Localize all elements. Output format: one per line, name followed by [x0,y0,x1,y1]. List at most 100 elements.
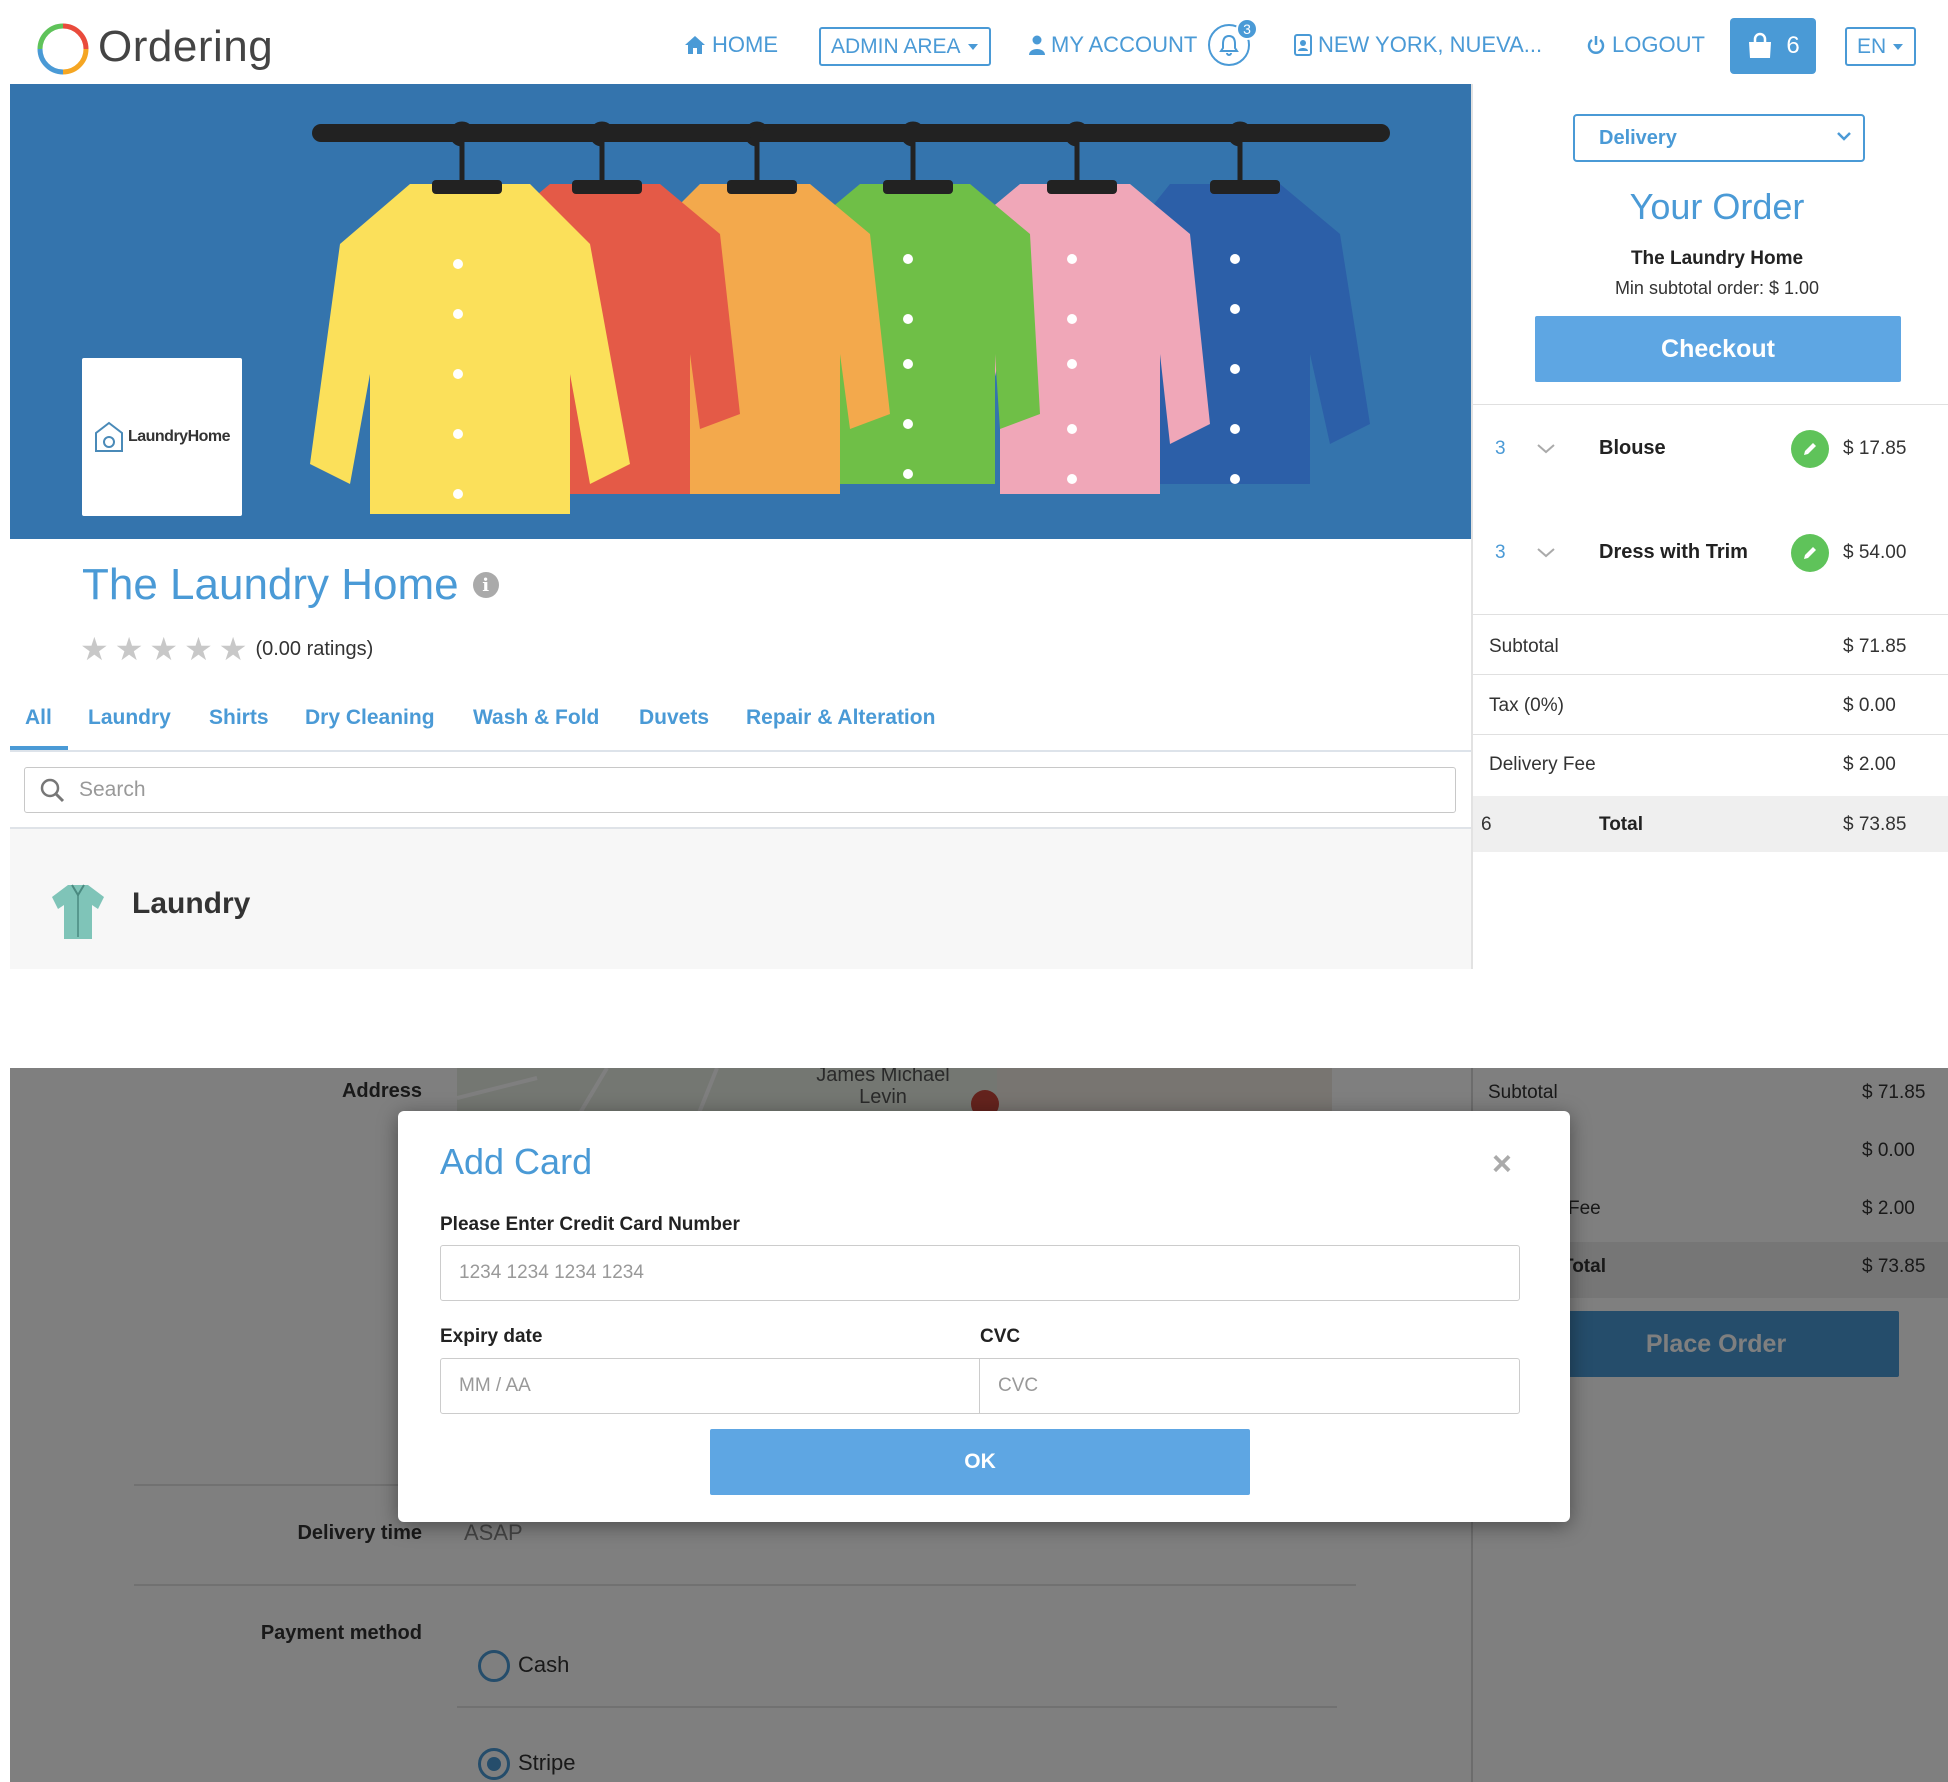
star-icon: ★ [218,631,248,667]
language-label: EN [1857,34,1887,58]
order-sidebar: Delivery Your Order The Laundry Home Min… [1471,84,1948,969]
delivery-fee-label: Delivery Fee [1489,754,1596,775]
store-logo-text: LaundryHome [127,428,231,445]
checkout-button[interactable]: Checkout [1535,316,1901,382]
admin-area-label: ADMIN AREA [831,34,961,58]
power-icon [1587,36,1605,54]
min-order-text: Min subtotal order: $ 1.00 [1614,278,1820,298]
card-number-label: Please Enter Credit Card Number [440,1214,740,1235]
edit-item-button[interactable] [1791,534,1829,572]
nav-my-account-label: MY ACCOUNT [1051,32,1198,57]
order-store-name: The Laundry Home [1630,248,1804,269]
star-icon: ★ [184,631,213,667]
chevron-down-icon[interactable] [1535,542,1557,562]
chevron-down-icon[interactable] [1535,438,1557,458]
total-label: Total [1599,814,1643,835]
order-title: Your Order [1629,186,1805,227]
delivery-fee-value: $ 2.00 [1843,754,1896,775]
subtotal-row: Subtotal $ 71.85 [1473,618,1948,676]
tab-repair-alteration[interactable]: Repair & Alteration [746,706,935,730]
user-icon [1029,35,1045,55]
item-price: $ 54.00 [1843,542,1907,563]
tab-all[interactable]: All [25,706,52,730]
store-title: The Laundry Home i [82,560,499,610]
tab-duvets[interactable]: Duvets [639,706,709,730]
ok-button[interactable]: OK [710,1429,1250,1495]
delivery-fee-row: Delivery Fee $ 2.00 [1473,736,1948,794]
shirt-icon [52,884,104,939]
chevron-down-icon [1837,132,1851,141]
tab-laundry[interactable]: Laundry [88,706,171,730]
tax-value: $ 0.00 [1843,695,1896,716]
order-type-select[interactable]: Delivery [1573,114,1865,162]
total-value: $ 73.85 [1843,814,1907,835]
ratings-count: (0.00 ratings) [255,637,374,660]
nav-home-link[interactable]: HOME [684,32,778,58]
active-tab-indicator [10,746,68,750]
notifications-badge: 3 [1236,18,1258,40]
item-price: $ 17.85 [1843,438,1907,459]
home-icon [685,36,705,54]
order-type-value: Delivery [1599,126,1677,149]
modal-title: Add Card [440,1141,593,1182]
cart-count: 6 [1786,32,1800,59]
star-icon: ★ [80,631,109,667]
item-name: Dress with Trim [1599,541,1748,563]
nav-my-account-link[interactable]: MY ACCOUNT [1029,32,1197,58]
shopping-bag-icon [1749,32,1772,58]
language-dropdown[interactable]: EN [1845,27,1917,66]
expiry-label: Expiry date [440,1326,543,1347]
tab-shirts[interactable]: Shirts [209,706,269,730]
pencil-icon [1804,547,1816,559]
info-icon[interactable]: i [472,572,499,598]
edit-item-button[interactable] [1791,430,1829,468]
card-number-placeholder: 1234 1234 1234 1234 [459,1262,644,1283]
divider [1473,734,1948,735]
card-number-input[interactable]: 1234 1234 1234 1234 [440,1245,1520,1301]
tax-row: Tax (0%) $ 0.00 [1473,677,1948,735]
expiry-input[interactable]: MM / AA [440,1358,980,1414]
expiry-placeholder: MM / AA [459,1375,531,1396]
nav-location-label: NEW YORK, NUEVA... [1318,32,1543,57]
cvc-input[interactable]: CVC [979,1358,1520,1414]
caret-down-icon [1893,43,1904,50]
order-item: 3 Blouse $ 17.85 [1473,424,1948,474]
store-name: The Laundry Home [82,560,459,609]
category-title: Laundry [132,887,251,920]
caret-down-icon [967,43,978,50]
nav-location-link[interactable]: NEW YORK, NUEVA... [1294,32,1542,58]
brand-name[interactable]: Ordering [98,22,273,72]
close-icon[interactable]: × [1492,1147,1512,1181]
cvc-placeholder: CVC [998,1375,1039,1396]
item-quantity[interactable]: 3 [1495,438,1506,460]
search-icon [40,778,65,803]
tab-dry-cleaning[interactable]: Dry Cleaning [305,706,435,730]
star-icon: ★ [114,631,144,667]
search-input[interactable]: Search [24,767,1456,813]
nav-logout-label: LOGOUT [1612,32,1705,57]
nav-logout-link[interactable]: LOGOUT [1586,32,1705,58]
pencil-icon [1804,443,1816,455]
tax-label: Tax (0%) [1489,695,1564,716]
add-card-modal: Add Card × Please Enter Credit Card Numb… [398,1111,1570,1522]
nav-home-label: HOME [712,32,778,57]
tab-wash-fold[interactable]: Wash & Fold [473,706,599,730]
category-section: Laundry [10,829,1471,969]
item-name: Blouse [1599,437,1666,459]
search-placeholder: Search [79,778,146,801]
subtotal-value: $ 71.85 [1843,636,1907,657]
item-quantity[interactable]: 3 [1495,542,1506,564]
total-row: 6 Total $ 73.85 [1473,796,1948,852]
admin-area-dropdown[interactable]: ADMIN AREA [819,27,991,66]
divider [1473,614,1948,615]
order-item: 3 Dress with Trim $ 54.00 [1473,528,1948,578]
star-icon: ★ [149,631,179,667]
cart-button[interactable]: 6 [1730,18,1816,74]
ordering-logo-icon[interactable] [36,22,90,76]
divider [1473,674,1948,675]
bell-icon [1219,34,1239,56]
address-card-icon [1294,34,1312,56]
store-rating: ★ ★ ★ ★ ★ (0.00 ratings) [80,633,373,665]
divider [1473,404,1948,405]
top-navbar: Ordering HOME ADMIN AREA MY ACCOUNT 3 NE… [0,0,1948,84]
